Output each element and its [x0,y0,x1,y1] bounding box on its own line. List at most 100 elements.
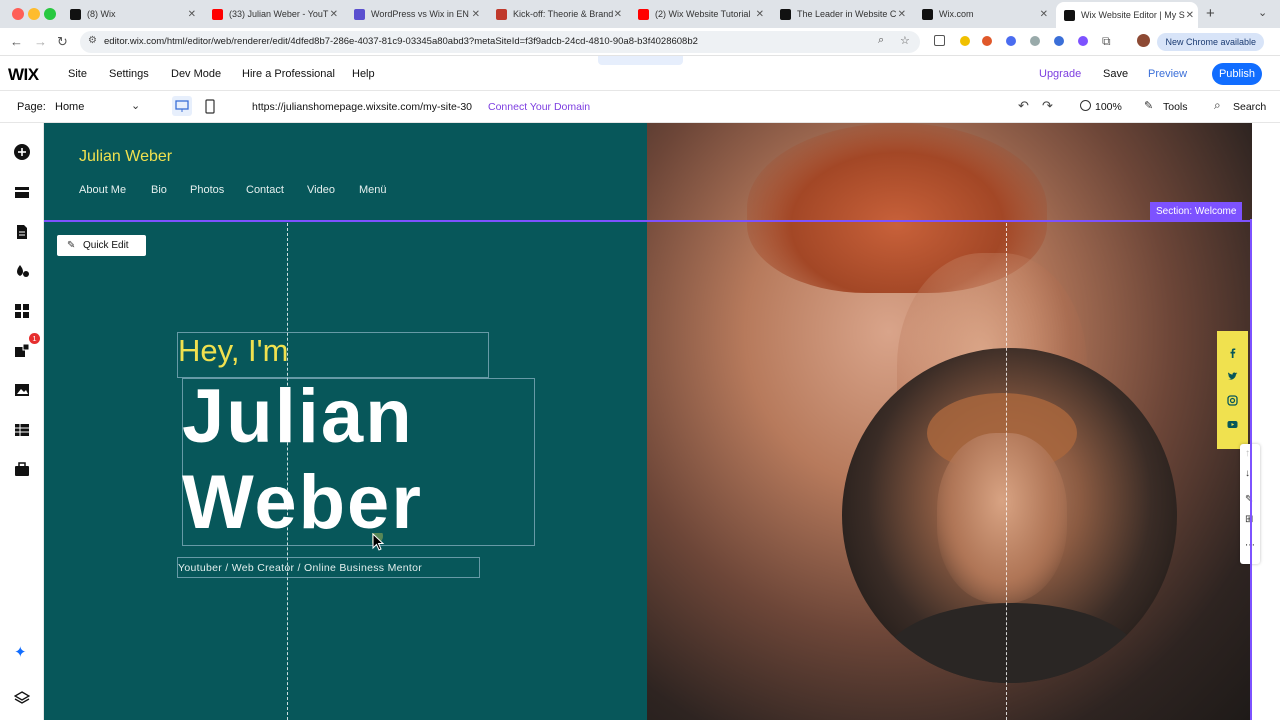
facebook-icon[interactable] [1227,347,1238,358]
browser-tab[interactable]: (2) Wix Website Tutorial ✕ [630,4,768,24]
zoom-icon[interactable]: ⌕ [878,34,884,47]
close-tab-icon[interactable]: ✕ [756,9,764,20]
chevron-down-icon[interactable]: ⌄ [131,99,140,112]
menu-dev-mode[interactable]: Dev Mode [171,68,221,80]
section-label[interactable]: Section: Welcome [1150,202,1243,221]
site-nav-about-me[interactable]: About Me [79,184,126,196]
page-selector[interactable]: Home [55,101,84,113]
ai-sparkle-icon[interactable]: ✦ [14,643,27,661]
tab-title: (8) Wix [87,9,116,19]
hero-tagline[interactable]: Youtuber / Web Creator / Online Business… [178,562,422,574]
extension-icon[interactable] [1054,36,1064,46]
bookmark-star-icon[interactable]: ☆ [900,34,910,47]
tools-button[interactable]: Tools [1163,101,1188,113]
twitter-icon[interactable] [1227,371,1238,382]
menu-site[interactable]: Site [68,68,87,80]
minimize-window-button[interactable] [28,8,40,20]
extension-icon[interactable] [960,36,970,46]
extension-icon[interactable] [1030,36,1040,46]
site-nav-contact[interactable]: Contact [246,184,284,196]
search-button[interactable]: Search [1233,101,1266,113]
close-tab-icon[interactable]: ✕ [472,9,480,20]
browser-tab[interactable]: (8) Wix ✕ [62,4,200,24]
youtube-icon[interactable] [1227,419,1238,430]
browser-tab[interactable]: Kick-off: Theorie & Brand ✕ [488,4,626,24]
browser-tab-active[interactable]: Wix Website Editor | My S ✕ [1056,2,1198,28]
connect-domain-link[interactable]: Connect Your Domain [488,101,590,113]
wix-logo[interactable]: WIX [8,65,39,85]
new-chrome-available-button[interactable]: New Chrome available [1157,33,1264,51]
browser-tab[interactable]: The Leader in Website C ✕ [772,4,910,24]
save-button[interactable]: Save [1103,68,1128,80]
menu-hire-a-professional[interactable]: Hire a Professional [242,68,335,80]
site-nav-menu[interactable]: Menü [359,184,387,196]
site-nav-video[interactable]: Video [307,184,335,196]
extension-icon[interactable] [1006,36,1016,46]
desktop-view-button[interactable] [172,96,192,116]
forward-icon[interactable]: → [34,34,47,49]
tab-title: (2) Wix Website Tutorial [655,9,751,19]
extensions-puzzle-icon[interactable]: ⧉ [1102,34,1111,49]
publish-button[interactable]: Publish [1212,63,1262,85]
tab-title: The Leader in Website C [797,9,897,19]
maximize-window-button[interactable] [44,8,56,20]
browser-tab-strip: (8) Wix ✕ (33) Julian Weber - YouT ✕ Wor… [0,0,1280,28]
upgrade-button[interactable]: Upgrade [1039,68,1081,80]
close-tab-icon[interactable]: ✕ [898,9,906,20]
close-tab-icon[interactable]: ✕ [614,9,622,20]
add-section-icon[interactable] [14,184,30,200]
layers-icon[interactable] [14,690,30,706]
undo-icon[interactable]: ↶ [1018,98,1029,114]
screenshot-icon[interactable] [934,35,945,46]
quick-edit-button[interactable]: ✎ Quick Edit [57,235,146,256]
cms-icon[interactable] [14,422,30,438]
add-elements-icon[interactable] [14,144,30,160]
profile-avatar[interactable] [1137,34,1150,47]
new-tab-icon[interactable]: + [1206,5,1215,22]
browser-tab[interactable]: Wix.com ✕ [914,4,1052,24]
tab-list-chevron-icon[interactable]: ⌄ [1258,6,1267,19]
editor-canvas[interactable]: Julian Weber About Me Bio Photos Contact… [44,123,1252,720]
site-info-icon[interactable]: ⚙ [88,35,97,46]
site-design-icon[interactable] [14,263,30,279]
media-icon[interactable] [14,382,30,398]
tools-icon[interactable]: ✎ [1144,99,1153,112]
hero-last-name[interactable]: Weber [182,459,423,546]
social-bar[interactable] [1217,331,1248,449]
preview-button[interactable]: Preview [1148,68,1187,80]
zoom-level[interactable]: 100% [1095,101,1122,113]
portfolio-icon[interactable] [14,462,30,478]
zoom-out-icon[interactable] [1080,100,1091,111]
site-nav-bio[interactable]: Bio [151,184,167,196]
menu-settings[interactable]: Settings [109,68,149,80]
add-apps-icon[interactable] [14,303,30,319]
close-tab-icon[interactable]: ✕ [1040,9,1048,20]
close-window-button[interactable] [12,8,24,20]
browser-tab[interactable]: WordPress vs Wix in EN ✕ [346,4,484,24]
close-tab-icon[interactable]: ✕ [330,9,338,20]
hero-first-name[interactable]: Julian [182,373,414,460]
close-tab-icon[interactable]: ✕ [188,9,196,20]
site-nav-photos[interactable]: Photos [190,184,224,196]
browser-tab[interactable]: (33) Julian Weber - YouT ✕ [204,4,342,24]
wix-favicon-icon [1064,9,1075,21]
extension-icon[interactable] [982,36,992,46]
close-tab-icon[interactable]: ✕ [1186,10,1194,21]
site-name[interactable]: Julian Weber [79,148,172,166]
extension-icon[interactable] [1078,36,1088,46]
reload-icon[interactable]: ↻ [57,34,68,50]
business-tools-icon[interactable] [14,343,30,359]
collapse-toolbar-handle[interactable] [598,56,683,65]
back-icon[interactable]: ← [10,34,23,49]
mobile-view-button[interactable] [202,96,218,121]
menu-help[interactable]: Help [352,68,375,80]
address-bar[interactable]: ⚙ editor.wix.com/html/editor/web/rendere… [80,31,920,53]
url-text[interactable]: editor.wix.com/html/editor/web/renderer/… [104,36,698,47]
search-icon[interactable]: ⌕ [1214,98,1221,113]
redo-icon[interactable]: ↷ [1042,98,1053,114]
site-url: https://julianshomepage.wixsite.com/my-s… [252,101,473,113]
instagram-icon[interactable] [1227,395,1238,406]
tab-title: Wix Website Editor | My S [1081,10,1185,20]
hero-greeting[interactable]: Hey, I'm [178,333,288,369]
pages-menu-icon[interactable] [14,224,30,240]
